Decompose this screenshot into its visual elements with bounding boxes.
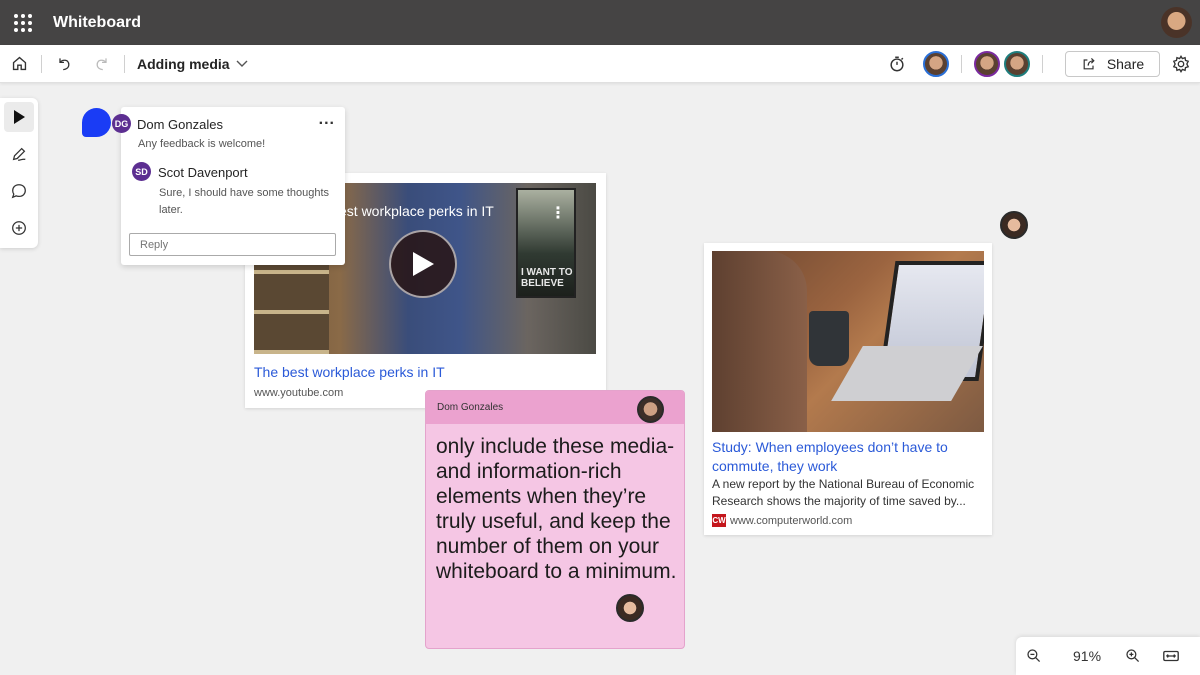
collaborator-avatar[interactable] xyxy=(923,51,949,77)
share-label: Share xyxy=(1106,56,1145,72)
reply-input[interactable] xyxy=(129,233,336,256)
app-launcher-icon[interactable] xyxy=(14,13,32,32)
article-source-url: www.computerworld.com xyxy=(730,514,853,527)
title-bar: Whiteboard xyxy=(0,0,1200,45)
divider xyxy=(124,54,125,73)
divider xyxy=(41,54,42,73)
video-more-icon[interactable]: ⋮ xyxy=(550,203,566,223)
settings-gear-icon[interactable] xyxy=(1169,52,1193,76)
mug-image xyxy=(809,311,849,366)
poster-text: I WANT TO BELIEVE xyxy=(521,267,573,289)
zoom-level: 91% xyxy=(1073,648,1102,664)
comment-thread: Dom Gonzales ... Any feedback is welcome… xyxy=(121,107,345,265)
sticky-note-author-avatar xyxy=(637,396,664,423)
timer-icon[interactable] xyxy=(885,52,909,76)
zoom-in-icon[interactable] xyxy=(1121,644,1145,668)
computerworld-logo-icon: CW xyxy=(712,514,726,527)
account-avatar[interactable] xyxy=(1161,7,1192,38)
comment-author: Dom Gonzales xyxy=(137,117,223,132)
collaborator-cursor-avatar xyxy=(1000,211,1028,239)
play-icon xyxy=(413,252,434,276)
reply-author-avatar: SD xyxy=(132,162,151,181)
pen-tool-button[interactable] xyxy=(4,139,34,169)
share-button[interactable]: Share xyxy=(1065,51,1160,77)
poster-image: I WANT TO BELIEVE xyxy=(516,188,576,298)
add-circle-icon xyxy=(12,221,26,235)
article-link-card[interactable]: Study: When employees don’t have to comm… xyxy=(704,243,992,535)
home-icon[interactable] xyxy=(7,52,31,76)
comment-marker-icon[interactable] xyxy=(82,108,111,137)
redo-icon[interactable] xyxy=(90,52,114,76)
divider xyxy=(961,55,962,73)
divider xyxy=(1042,55,1043,73)
pen-icon xyxy=(12,147,26,161)
add-tool-button[interactable] xyxy=(4,213,34,243)
video-overlay-title: est workplace perks in IT xyxy=(339,203,494,219)
sticky-note-author: Dom Gonzales xyxy=(437,402,504,413)
article-title-link[interactable]: Study: When employees don’t have to comm… xyxy=(712,438,982,476)
collaborator-avatar[interactable] xyxy=(1004,51,1030,77)
keyboard-image xyxy=(831,346,983,401)
tool-rail xyxy=(0,98,38,248)
reply-message-line: later. xyxy=(159,204,183,216)
fit-to-screen-icon[interactable] xyxy=(1159,644,1183,668)
more-options-icon[interactable]: ... xyxy=(319,111,335,129)
comment-tool-button[interactable] xyxy=(4,176,34,206)
zoom-out-icon[interactable] xyxy=(1022,644,1046,668)
board-name[interactable]: Adding media xyxy=(137,56,230,72)
comment-author-avatar: DG xyxy=(112,114,131,133)
pointer-icon xyxy=(14,110,25,124)
comment-message: Any feedback is welcome! xyxy=(138,138,266,150)
sticky-note-text[interactable]: only include these media- and informatio… xyxy=(436,434,681,584)
reply-message: Sure, I should have some thoughts later. xyxy=(159,185,329,219)
person-image xyxy=(712,251,807,432)
article-source: CW www.computerworld.com xyxy=(712,514,852,527)
reply-message-line: Sure, I should have some thoughts xyxy=(159,187,329,199)
article-description: A new report by the National Bureau of E… xyxy=(712,477,975,508)
app-title: Whiteboard xyxy=(53,13,141,31)
undo-icon[interactable] xyxy=(52,52,76,76)
play-button[interactable] xyxy=(389,230,457,298)
collaborator-avatar[interactable] xyxy=(974,51,1000,77)
video-source: www.youtube.com xyxy=(254,387,344,399)
video-title-link[interactable]: The best workplace perks in IT xyxy=(254,364,445,380)
reply-author: Scot Davenport xyxy=(158,165,248,180)
select-tool-button[interactable] xyxy=(4,102,34,132)
sticky-note-header: Dom Gonzales xyxy=(426,391,684,424)
comment-icon xyxy=(11,184,26,199)
board-toolbar: Adding media Share xyxy=(0,45,1200,83)
zoom-controls: 91% xyxy=(1016,637,1200,675)
article-image xyxy=(712,251,984,432)
collaborator-cursor-avatar xyxy=(616,594,644,622)
chevron-down-icon[interactable] xyxy=(236,55,248,73)
share-icon xyxy=(1083,57,1095,70)
sticky-note[interactable]: Dom Gonzales only include these media- a… xyxy=(425,390,685,649)
